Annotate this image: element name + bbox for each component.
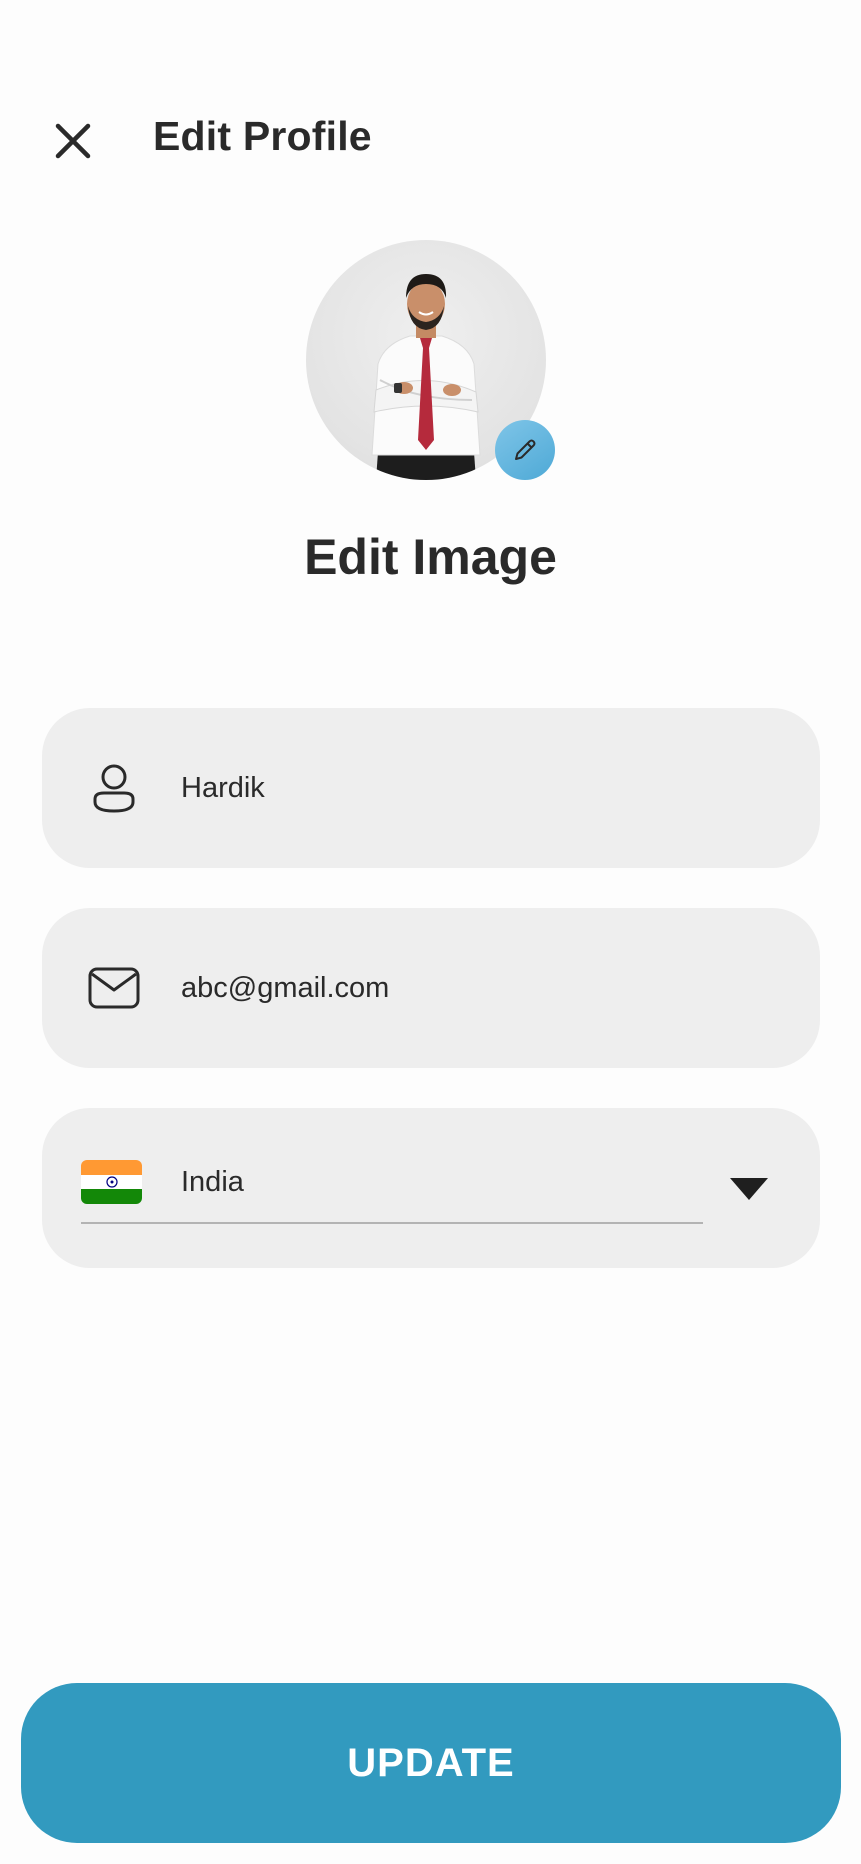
email-field[interactable] [42, 908, 820, 1068]
edit-image-label[interactable]: Edit Image [0, 528, 861, 586]
email-input[interactable] [181, 963, 761, 1013]
close-icon [55, 123, 91, 159]
country-underline [81, 1222, 703, 1224]
update-button[interactable]: UPDATE [21, 1683, 841, 1843]
edit-image-button[interactable] [495, 420, 555, 480]
country-field[interactable]: India [42, 1108, 820, 1268]
close-button[interactable] [48, 116, 98, 166]
country-value[interactable]: India [181, 1166, 244, 1199]
avatar-container [306, 240, 555, 480]
india-flag-icon [81, 1160, 142, 1204]
mail-icon [82, 956, 146, 1020]
caret-down-icon[interactable] [730, 1178, 768, 1200]
user-icon [82, 756, 146, 820]
pencil-icon [515, 439, 536, 460]
name-field[interactable] [42, 708, 820, 868]
page-title: Edit Profile [153, 113, 372, 159]
name-input[interactable] [181, 763, 761, 813]
edit-profile-screen: Edit Profile Edit Image Hardik abc@gmail… [0, 0, 861, 1864]
